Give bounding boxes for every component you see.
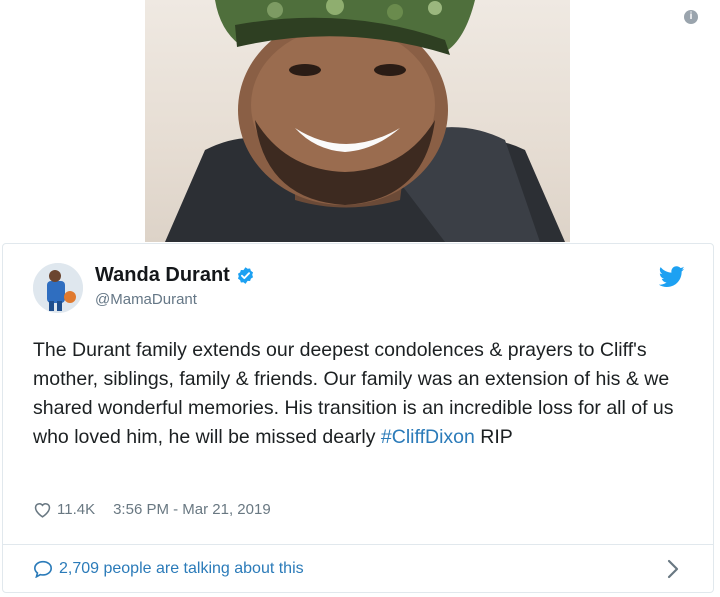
tweet-meta: 11.4K 3:56 PM - Mar 21, 2019 bbox=[33, 501, 271, 518]
author-handle[interactable]: @MamaDurant bbox=[95, 291, 197, 308]
speech-bubble-icon bbox=[33, 560, 53, 578]
tweet-body: The Durant family extends our deepest co… bbox=[33, 339, 674, 448]
photo-illustration bbox=[165, 0, 565, 242]
page: i Wanda Durant @MamaDurant The Durant fa… bbox=[0, 0, 720, 597]
discussion-text[interactable]: 2,709 people are talking about this bbox=[59, 560, 304, 578]
discussion-link[interactable]: 2,709 people are talking about this bbox=[33, 560, 304, 578]
tweet-timestamp[interactable]: 3:56 PM - Mar 21, 2019 bbox=[113, 501, 271, 518]
hashtag-link[interactable]: #CliffDixon bbox=[381, 426, 475, 448]
tweet-tail: RIP bbox=[474, 426, 513, 448]
author-name-row[interactable]: Wanda Durant bbox=[95, 264, 255, 287]
twitter-bird-icon[interactable] bbox=[659, 266, 685, 288]
like-count[interactable]: 11.4K bbox=[57, 501, 95, 518]
heart-icon[interactable] bbox=[33, 501, 52, 518]
photo-area: i bbox=[0, 0, 720, 242]
tweet-text: The Durant family extends our deepest co… bbox=[33, 336, 693, 452]
avatar[interactable] bbox=[33, 263, 83, 313]
info-icon[interactable]: i bbox=[684, 10, 698, 24]
verified-badge-icon bbox=[237, 267, 253, 284]
tweet-card: Wanda Durant @MamaDurant The Durant fami… bbox=[2, 243, 714, 593]
author-name[interactable]: Wanda Durant bbox=[95, 264, 230, 287]
avatar-image bbox=[33, 263, 83, 313]
chevron-right-icon[interactable] bbox=[666, 558, 680, 580]
divider bbox=[3, 544, 713, 545]
photo[interactable] bbox=[145, 0, 570, 242]
